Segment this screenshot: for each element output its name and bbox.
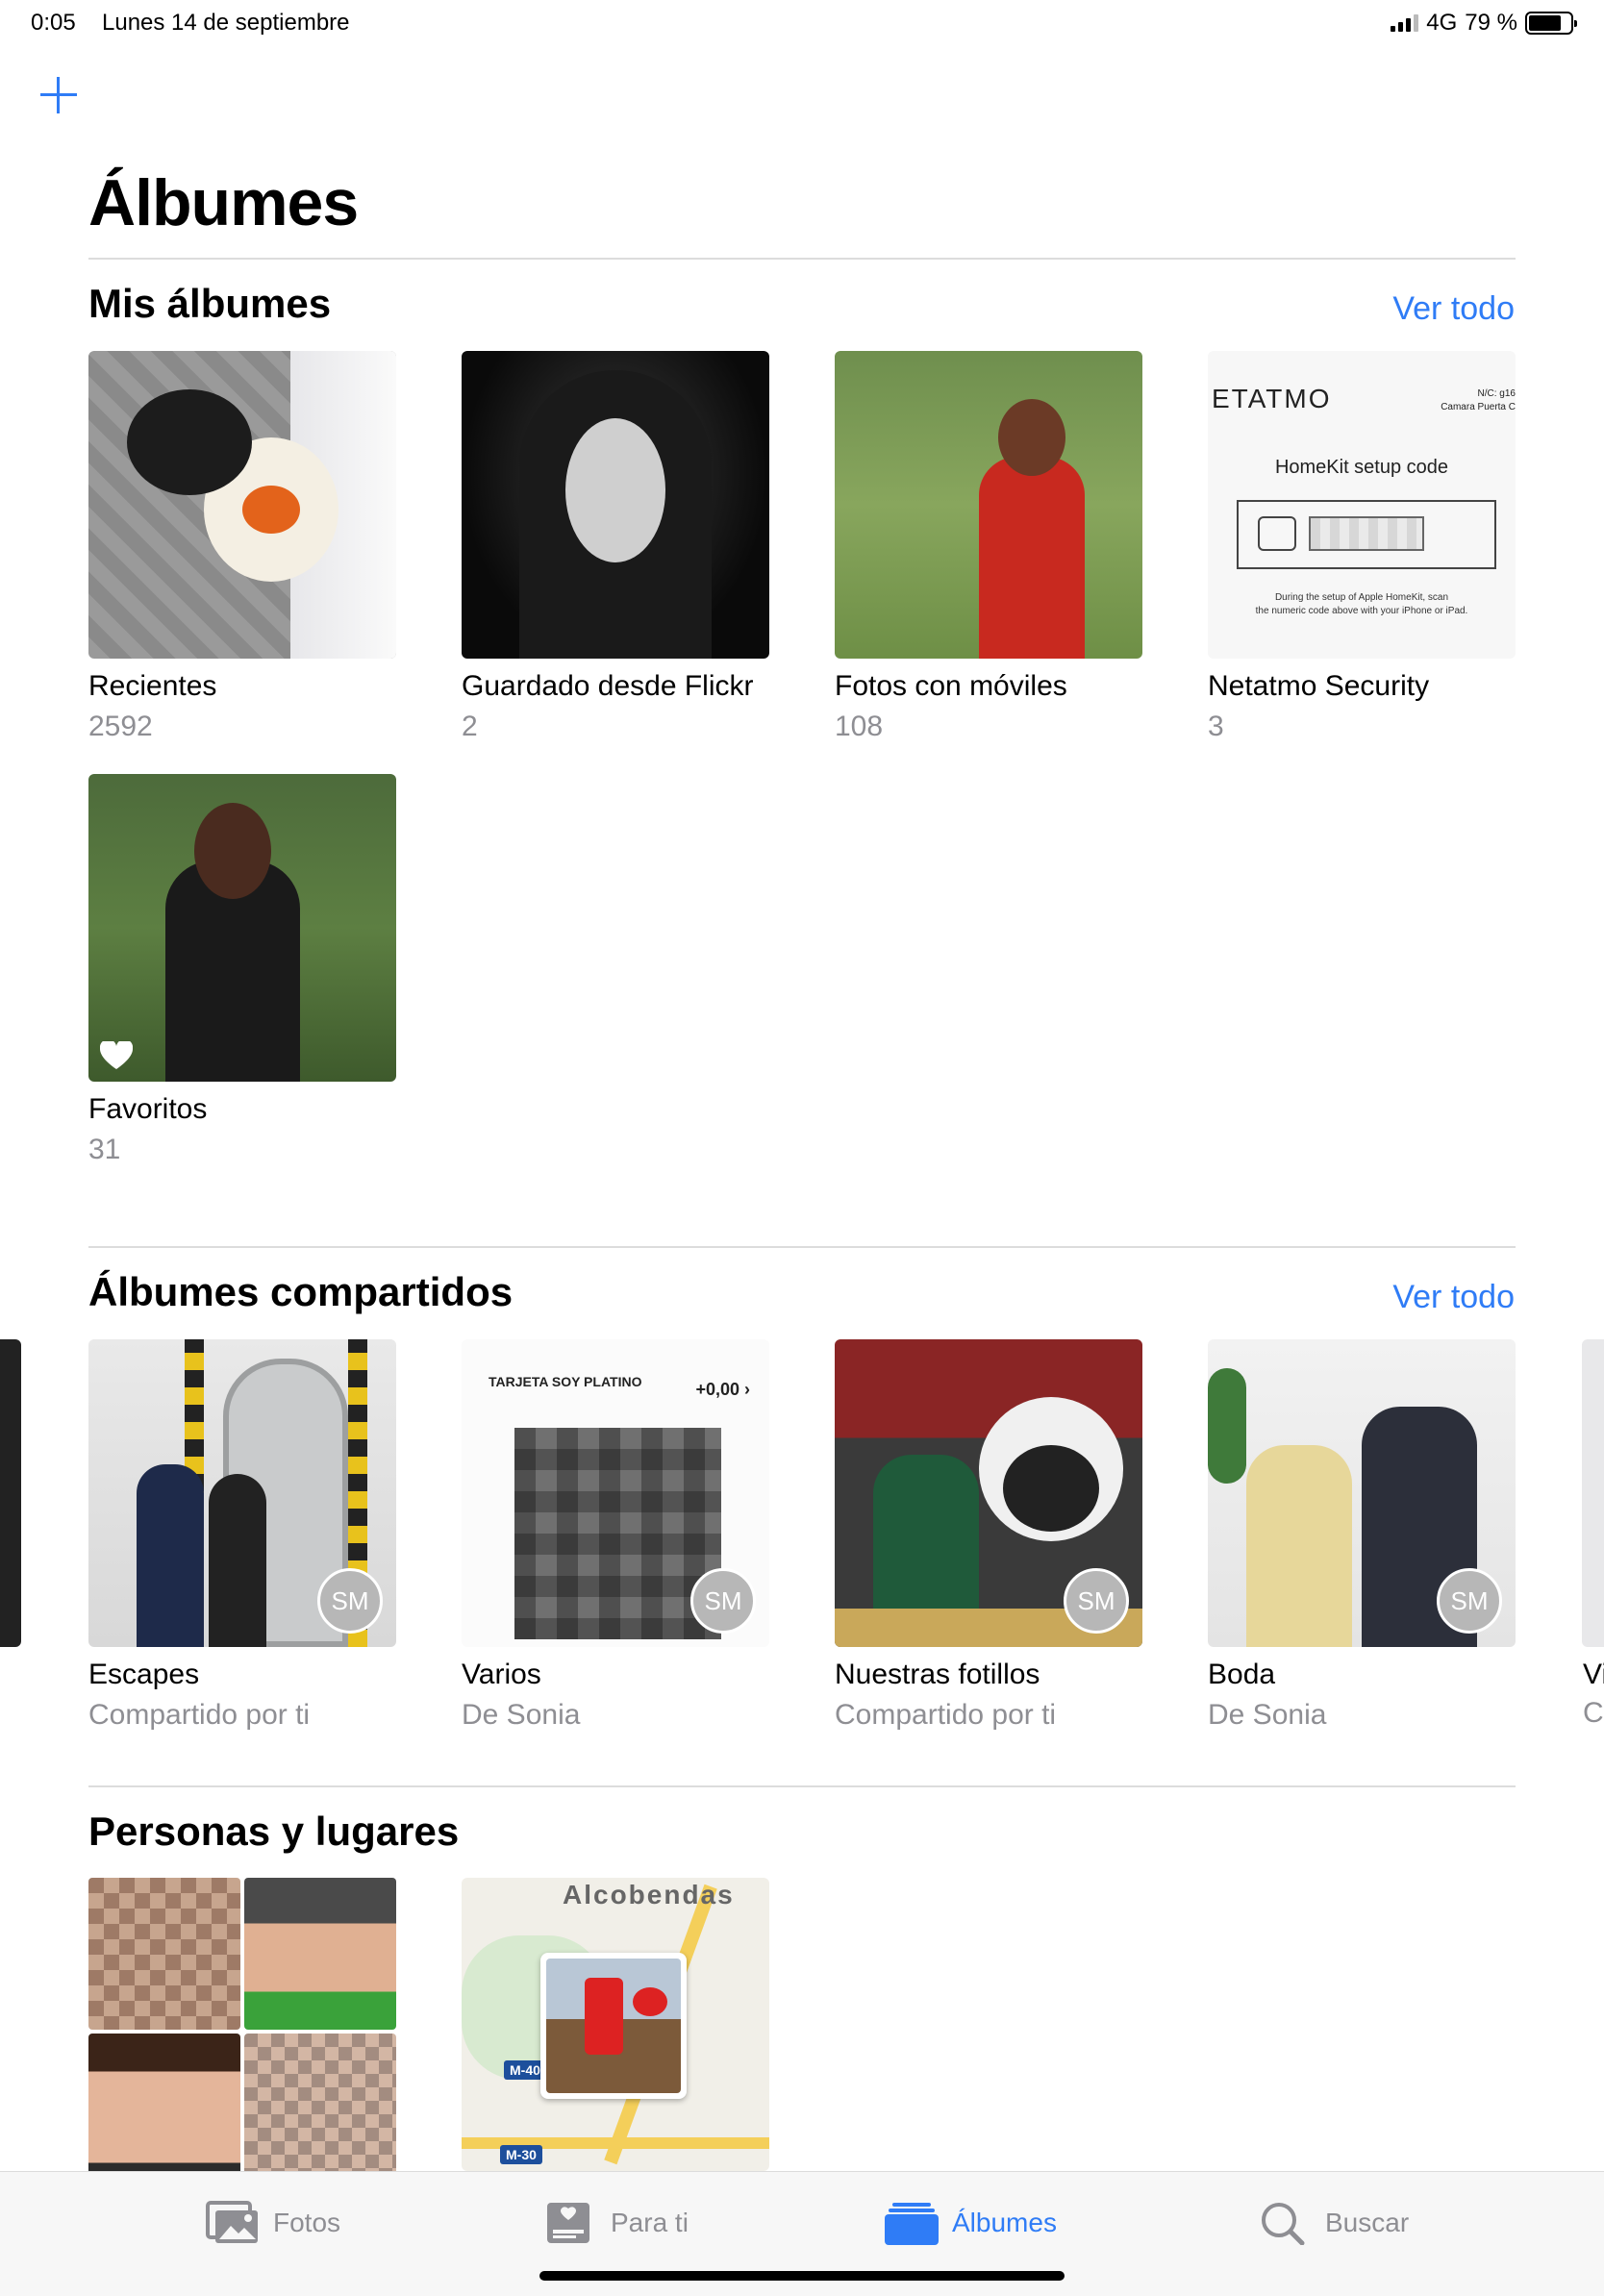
card-brand: ETATMO [1212,384,1332,413]
tab-buscar[interactable]: Buscar [1258,2201,1409,2245]
shared-album-partial-prev[interactable] [0,1339,21,1647]
card-serial-line: Camara Puerta C [1441,402,1516,412]
section-divider [88,1246,1516,1248]
album-recientes[interactable]: Recientes 2592 [88,351,396,743]
tab-label: Álbumes [952,2208,1057,2237]
tab-fotos[interactable]: Fotos [206,2201,340,2245]
battery-icon [1525,12,1577,35]
album-thumbnail: SM [835,1339,1142,1647]
home-indicator[interactable] [539,2271,1065,2281]
shared-by-avatar: SM [317,1568,383,1634]
album-owner: De Sonia [1208,1699,1327,1731]
album-thumbnail [88,351,396,659]
shared-albums-title: Álbumes compartidos [88,1269,514,1314]
person-face [88,2034,240,2185]
battery-fill [1529,15,1562,31]
status-bar: 0:05 Lunes 14 de septiembre 4G 79 % [0,0,1604,46]
album-owner: De Sonia [462,1699,581,1731]
album-thumbnail: ETATMO N/C: g16 Camara Puerta C HomeKit … [1208,351,1516,659]
map-photo-pin[interactable] [540,1953,687,2099]
my-albums-title: Mis álbumes [88,281,332,326]
home-icon [1258,516,1296,551]
album-thumbnail [462,351,769,659]
my-albums-see-all-link[interactable]: Ver todo [1392,290,1515,328]
road-badge: M-30 [500,2145,542,2164]
album-name: Boda [1208,1659,1276,1690]
status-right: 4G 79 % [1391,10,1577,37]
shared-album-varios[interactable]: TARJETA SOY PLATINO +0,00 › SM Varios De… [462,1339,769,1732]
shared-album-boda[interactable]: SM Boda De Sonia [1208,1339,1516,1732]
card-serial-line: N/C: g16 [1477,388,1516,399]
setup-code [1309,516,1424,551]
album-name: Nuestras fotillos [835,1659,1040,1690]
card-title: TARJETA SOY PLATINO [489,1374,642,1389]
album-count: 108 [835,711,884,742]
homekit-label: HomeKit setup code [1274,457,1449,478]
person-face [88,1878,240,2030]
card-note-line: During the setup of Apple HomeKit, scan [1274,592,1449,603]
tab-label: Buscar [1325,2208,1410,2237]
card-note: During the setup of Apple HomeKit, scan … [1208,591,1516,618]
add-album-button[interactable] [38,75,79,115]
album-count: 31 [88,1134,121,1165]
shared-album-partial-next[interactable] [1582,1339,1604,1647]
battery-percent: 79 % [1465,10,1517,36]
section-divider [88,1785,1516,1787]
album-name: Fotos con móviles [835,670,1067,702]
card-serial: N/C: g16 Camara Puerta C [1441,387,1516,414]
places-map[interactable]: Alcobendas M-40 M-30 [462,1878,769,2171]
shared-album-nuestras-fotillos[interactable]: SM Nuestras fotillos Compartido por ti [835,1339,1142,1732]
albums-icon [885,2203,939,2245]
people-album[interactable] [88,1878,396,2185]
person-face [244,2034,396,2185]
album-thumbnail [88,774,396,1082]
partial-album-name: Vi [1583,1659,1604,1690]
album-guardado-flickr[interactable]: Guardado desde Flickr 2 [462,351,769,743]
search-icon [1262,2203,1305,2245]
album-thumbnail [835,351,1142,659]
tab-para-ti[interactable]: Para ti [543,2201,689,2245]
network-type: 4G [1426,10,1458,36]
card-note-line: the numeric code above with your iPhone … [1255,606,1468,616]
shared-by-avatar: SM [1064,1568,1129,1634]
tab-label: Fotos [273,2208,341,2237]
album-count: 2592 [88,711,153,742]
photos-icon [206,2201,258,2243]
album-count: 3 [1208,711,1224,742]
album-thumbnail: SM [88,1339,396,1647]
album-owner: Compartido por ti [835,1699,1057,1731]
album-favoritos[interactable]: Favoritos 31 [88,774,396,1166]
album-name: Netatmo Security [1208,670,1430,702]
shared-by-avatar: SM [1437,1568,1502,1634]
heart-icon [100,1041,133,1069]
album-name: Guardado desde Flickr [462,670,754,702]
card-amount: +0,00 › [695,1380,750,1399]
tab-label: Para ti [611,2208,689,2237]
map-city-label: Alcobendas [563,1880,735,1909]
album-name: Recientes [88,670,217,702]
title-divider [88,258,1516,260]
tab-albumes[interactable]: Álbumes [885,2201,1057,2245]
album-thumbnail: TARJETA SOY PLATINO +0,00 › SM [462,1339,769,1647]
shared-albums-see-all-link[interactable]: Ver todo [1392,1279,1515,1316]
album-count: 2 [462,711,478,742]
album-name: Favoritos [88,1093,208,1125]
partial-album-owner: C [1583,1697,1604,1729]
for-you-icon [547,2203,589,2243]
people-places-title: Personas y lugares [88,1809,460,1854]
page-title: Álbumes [88,166,359,239]
status-date: Lunes 14 de septiembre [102,10,350,36]
album-name: Escapes [88,1659,200,1690]
shared-album-escapes[interactable]: SM Escapes Compartido por ti [88,1339,396,1732]
album-name: Varios [462,1659,541,1690]
album-owner: Compartido por ti [88,1699,311,1731]
signal-icon [1391,14,1419,32]
album-fotos-moviles[interactable]: Fotos con móviles 108 [835,351,1142,743]
person-face [244,1878,396,2030]
shared-by-avatar: SM [690,1568,756,1634]
album-netatmo-security[interactable]: ETATMO N/C: g16 Camara Puerta C HomeKit … [1208,351,1516,743]
album-thumbnail: SM [1208,1339,1516,1647]
status-time: 0:05 [31,10,76,36]
